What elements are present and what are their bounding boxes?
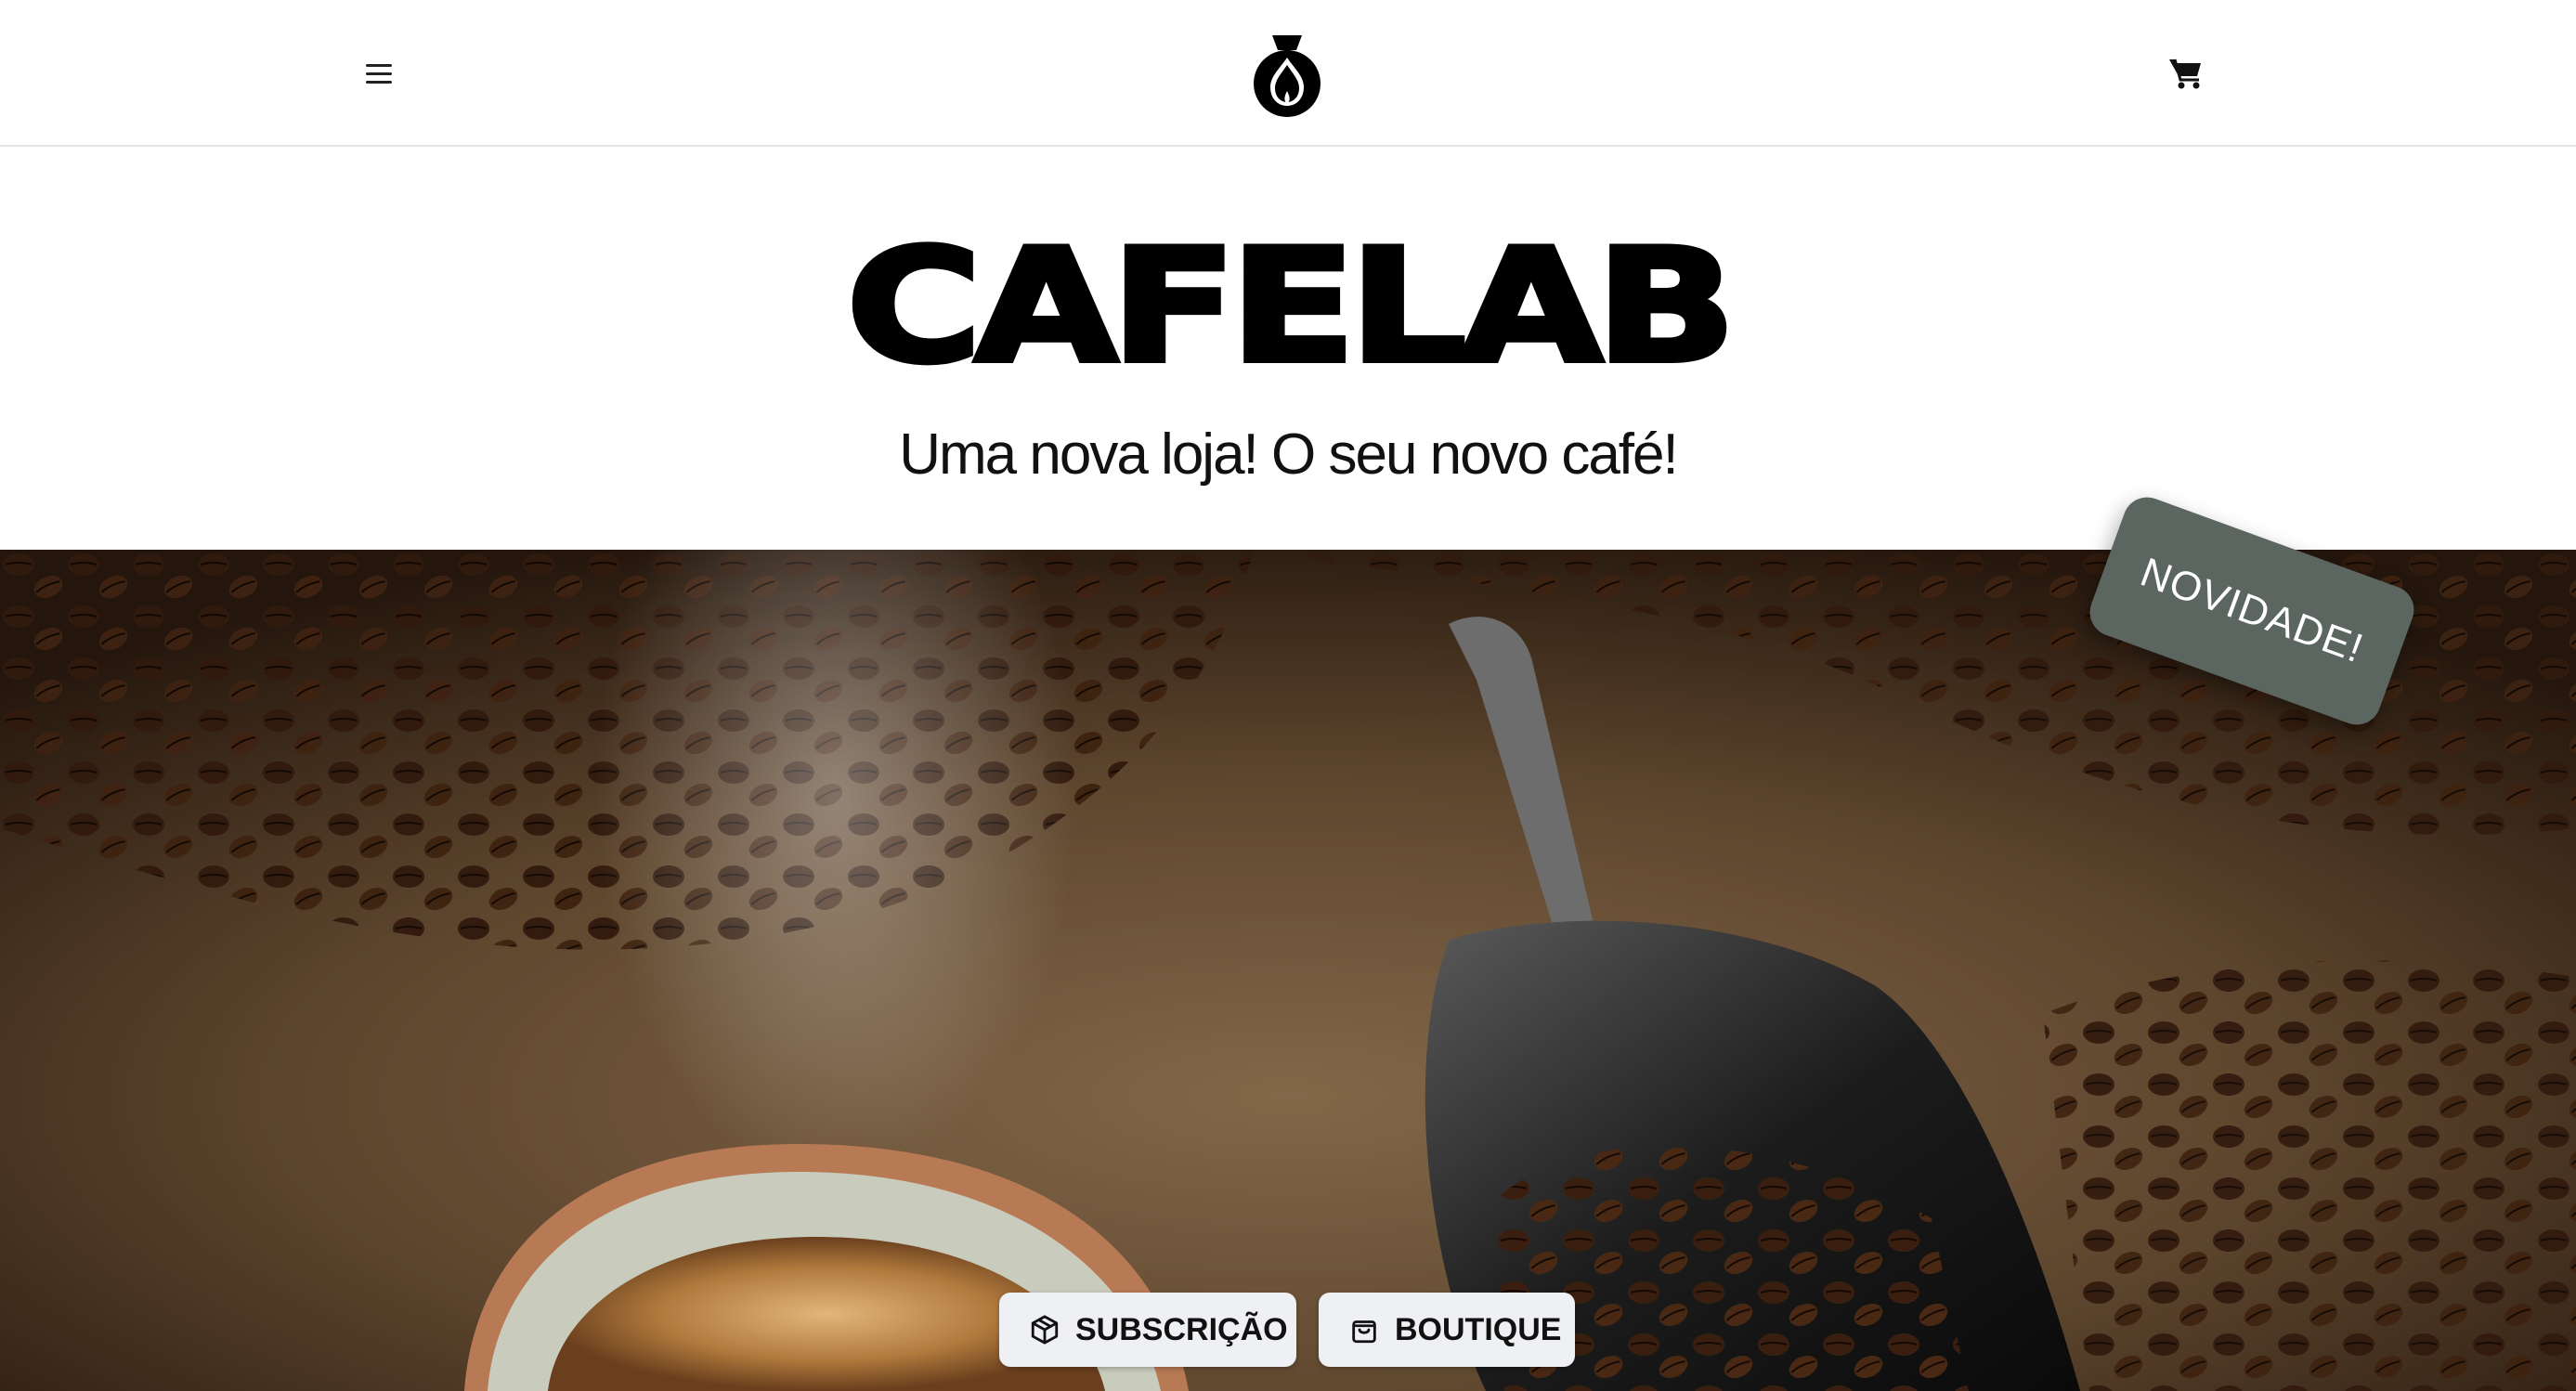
subscription-button[interactable]: SUBSCRIÇÃO: [999, 1293, 1296, 1367]
hero-image: [0, 550, 2576, 1391]
boutique-button[interactable]: BOUTIQUE: [1319, 1293, 1575, 1367]
site-header: [0, 0, 2576, 147]
cafelab-logo-icon[interactable]: [1244, 32, 1330, 117]
boutique-label: BOUTIQUE: [1395, 1311, 1562, 1347]
hamburger-menu-icon[interactable]: [358, 54, 401, 93]
shopping-bag-icon: [1352, 1320, 1376, 1344]
subscription-label: SUBSCRIÇÃO: [1075, 1311, 1288, 1347]
shopping-cart-icon[interactable]: [2167, 56, 2205, 91]
tagline: Uma nova loja! O seu novo café!: [899, 422, 1678, 487]
package-box-icon: [1031, 1315, 1059, 1345]
brand-title: CAFELAB: [843, 215, 1739, 397]
coffee-beans-illustration: [0, 550, 2576, 1391]
